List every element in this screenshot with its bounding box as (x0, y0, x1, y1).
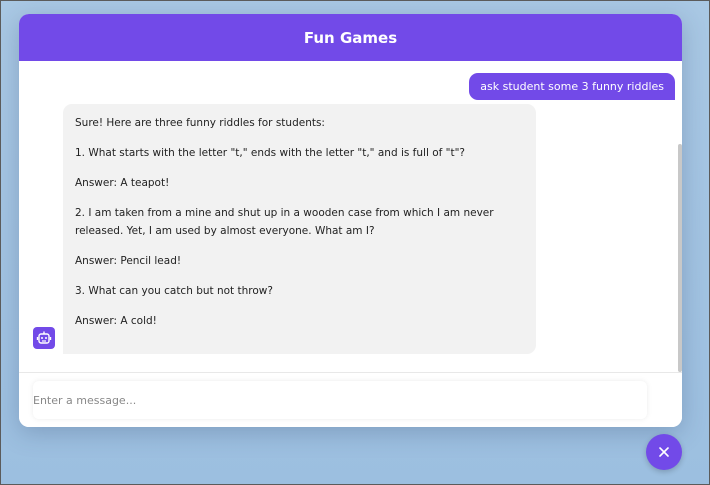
scrollbar-thumb[interactable] (678, 144, 682, 372)
input-bar (19, 372, 682, 427)
outgoing-message: ask student some 3 funny riddles (469, 73, 675, 100)
message-line: Answer: A teapot! (75, 177, 170, 189)
close-button[interactable] (646, 434, 682, 470)
incoming-message: Sure! Here are three funny riddles for s… (63, 104, 536, 354)
chat-title: Fun Games (303, 28, 398, 47)
message-line: Sure! Here are three funny riddles for s… (75, 117, 325, 129)
message-line: Answer: Pencil lead! (75, 255, 182, 267)
message-line: Answer: A cold! (75, 315, 157, 327)
message-input[interactable] (33, 381, 647, 419)
robot-icon (33, 327, 55, 349)
chat-window: Fun Games ask student some 3 funny riddl… (19, 14, 682, 427)
message-line: 3. What can you catch but not throw? (75, 285, 273, 297)
message-line: 1. What starts with the letter "t," ends… (75, 147, 466, 159)
chat-header: Fun Games (19, 14, 682, 61)
close-icon (659, 447, 669, 457)
message-list[interactable]: ask student some 3 funny riddles Sure! H… (19, 61, 679, 383)
message-line: 2. I am taken from a mine and shut up in… (75, 207, 494, 237)
